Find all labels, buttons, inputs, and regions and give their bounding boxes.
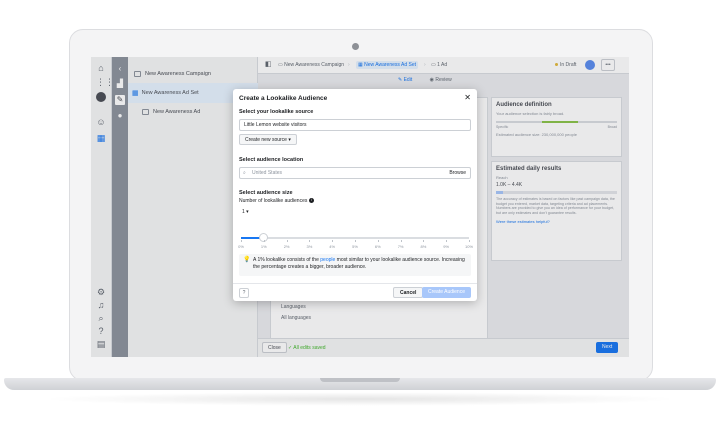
slider-tick-label: 5% bbox=[352, 244, 358, 249]
source-input[interactable]: Little Lemon website visitors bbox=[239, 119, 471, 131]
slider-tick-mark bbox=[423, 240, 424, 242]
lookalike-info-box: 💡 A 1% lookalike consists of the people … bbox=[239, 254, 471, 276]
slider-tick-mark bbox=[332, 240, 333, 242]
slider-tick-label: 8% bbox=[420, 244, 427, 249]
info-text-prefix: A 1% lookalike consists of the bbox=[253, 257, 321, 263]
slider-tick-mark bbox=[400, 240, 402, 242]
laptop-notch bbox=[320, 378, 400, 382]
laptop-shadow bbox=[40, 392, 680, 406]
location-input[interactable]: ⌕ United States Browse bbox=[239, 167, 471, 179]
source-label: Select your lookalike source bbox=[239, 109, 314, 115]
slider-tick-label: 9% bbox=[443, 244, 450, 249]
size-slider-track[interactable] bbox=[241, 237, 469, 239]
search-icon: ⌕ bbox=[243, 170, 246, 176]
slider-tick-mark bbox=[355, 240, 356, 242]
modal-footer: ? Cancel Create Audience bbox=[233, 283, 477, 301]
slider-tick-mark bbox=[446, 240, 447, 242]
screen: ⌂ ⋮⋮ ☺ ▦ ⚙ ♫ ⌕ ? ▤ ‹ ▟ ✎ ● New Awareness… bbox=[91, 57, 629, 357]
create-new-source-button[interactable]: Create new source ▾ bbox=[239, 134, 297, 145]
create-audience-button[interactable]: Create Audience bbox=[422, 287, 471, 298]
slider-tick-mark bbox=[309, 240, 310, 242]
modal-title: Create a Lookalike Audience bbox=[239, 95, 328, 102]
lightbulb-icon: 💡 bbox=[243, 257, 251, 263]
slider-tick-mark bbox=[286, 240, 288, 242]
slider-tick-mark bbox=[241, 240, 242, 242]
close-icon[interactable]: ✕ bbox=[464, 93, 471, 102]
slider-tick-mark bbox=[377, 240, 379, 242]
slider-tick-label: 3% bbox=[306, 244, 313, 249]
slider-tick-mark bbox=[469, 240, 470, 242]
people-link[interactable]: people bbox=[320, 257, 335, 263]
number-of-audiences-select[interactable]: 1 ▾ bbox=[242, 209, 249, 215]
number-of-audiences-text: Number of lookalike audiences bbox=[239, 198, 308, 204]
browse-link[interactable]: Browse bbox=[449, 168, 466, 178]
slider-tick-label: 4% bbox=[329, 244, 336, 249]
help-button[interactable]: ? bbox=[239, 288, 249, 298]
number-of-audiences-label: Number of lookalike audiences i bbox=[239, 198, 314, 204]
slider-tick-label: 10% bbox=[464, 244, 474, 249]
slider-tick-label: 1% bbox=[260, 244, 267, 249]
location-value: United States bbox=[252, 170, 283, 176]
slider-tick-label: 6% bbox=[374, 244, 381, 249]
camera-dot bbox=[352, 43, 359, 50]
cancel-button[interactable]: Cancel bbox=[393, 287, 424, 298]
location-label: Select audience location bbox=[239, 157, 304, 163]
lookalike-modal: Create a Lookalike Audience ✕ Select you… bbox=[233, 89, 477, 301]
slider-tick-mark bbox=[263, 240, 265, 242]
slider-tick-label: 0% bbox=[238, 244, 244, 249]
slider-tick-label: 7% bbox=[397, 244, 404, 249]
info-icon[interactable]: i bbox=[308, 198, 314, 204]
slider-tick-label: 2% bbox=[283, 244, 290, 249]
size-label: Select audience size bbox=[239, 190, 293, 196]
